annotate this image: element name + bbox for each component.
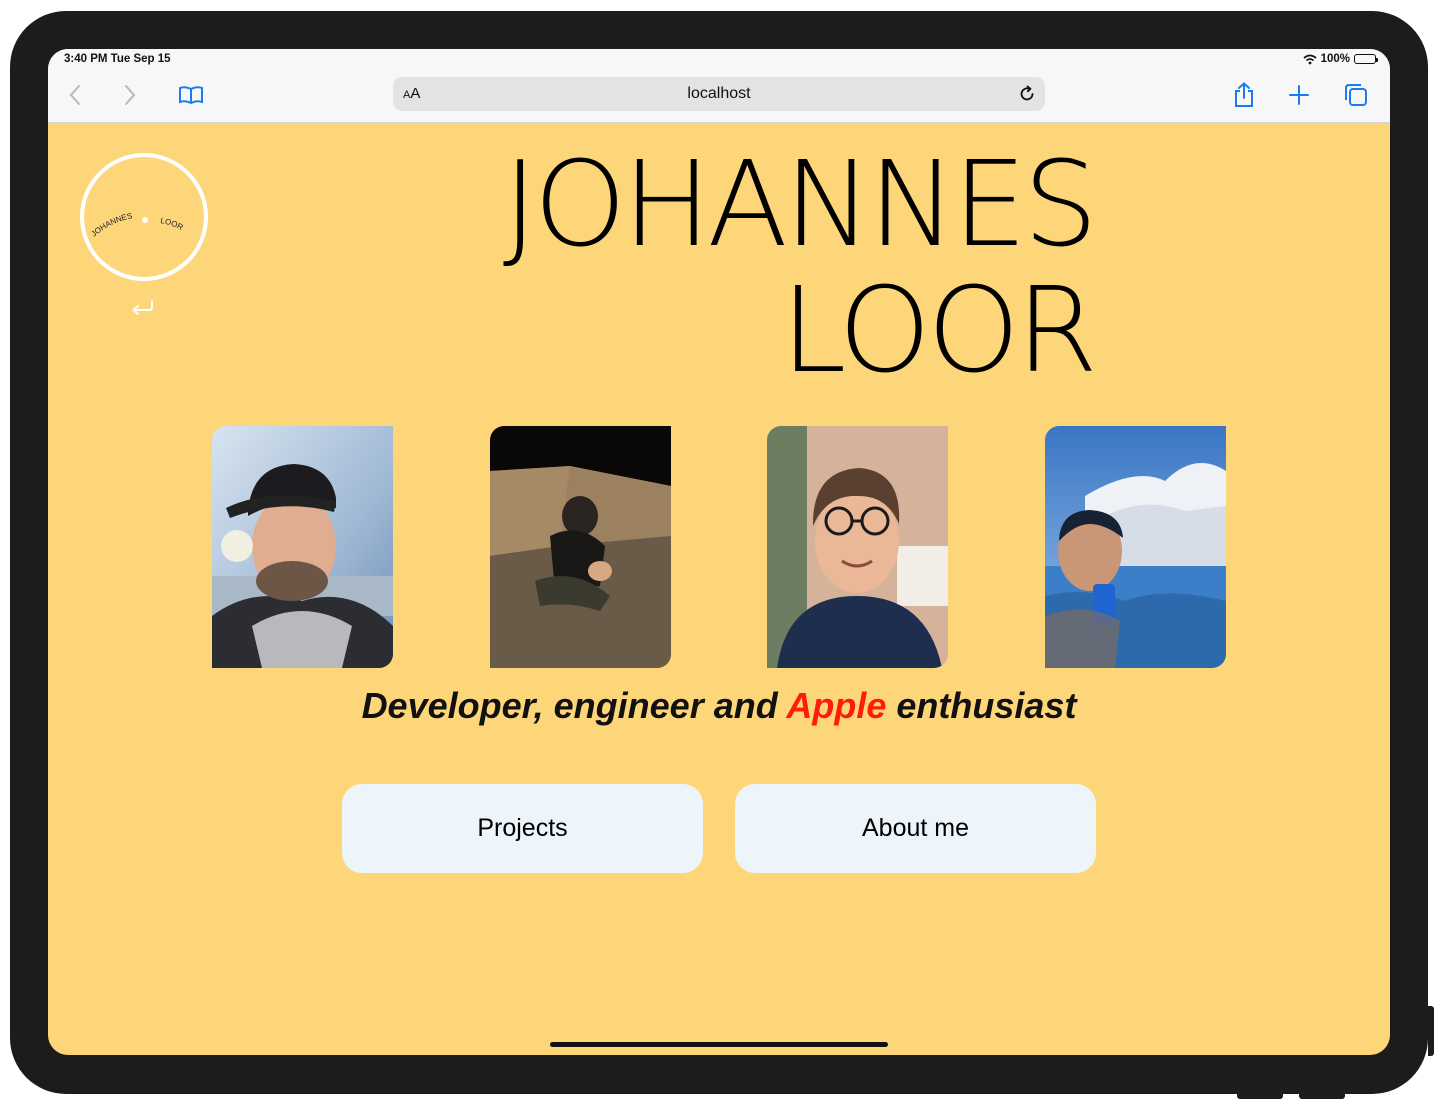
volume-button-1 [1237, 1094, 1283, 1099]
svg-text:JOHANNES: JOHANNES [89, 211, 133, 238]
browser-toolbar: 3:40 PM Tue Sep 15 100% AA localhost [48, 49, 1390, 123]
reload-icon[interactable] [1017, 84, 1037, 104]
hero-title: JOHANNES LOOR [502, 135, 1098, 399]
tagline-accent: Apple [786, 685, 887, 726]
projects-button[interactable]: Projects [342, 784, 703, 873]
logo-dot [142, 217, 148, 223]
volume-button-2 [1299, 1094, 1345, 1099]
forward-arrow-icon[interactable] [117, 82, 143, 108]
hero-last-name: LOOR [780, 261, 1098, 399]
tagline-text-before: Developer, engineer and [361, 685, 787, 726]
about-me-button[interactable]: About me [735, 784, 1096, 873]
tagline: Developer, engineer and Apple enthusiast [48, 685, 1390, 727]
side-button [1428, 1006, 1434, 1056]
screen: 3:40 PM Tue Sep 15 100% AA localhost JOH… [48, 49, 1390, 1055]
photo-pool-mountains [1045, 426, 1226, 668]
logo-last-name: LOOR [160, 216, 185, 232]
photo-cap-portrait [212, 426, 393, 668]
battery-icon [1354, 54, 1378, 64]
tabs-icon[interactable] [1343, 82, 1369, 108]
new-tab-icon[interactable] [1286, 82, 1312, 108]
hero-first-name: JOHANNES [502, 135, 1098, 273]
back-arrow-icon[interactable] [62, 82, 88, 108]
address-bar[interactable]: AA localhost [393, 77, 1045, 111]
share-icon[interactable] [1231, 82, 1257, 108]
photo-night-crouch [490, 426, 671, 668]
wifi-icon [1303, 54, 1317, 64]
site-logo[interactable]: JOHANNES LOOR [80, 153, 208, 281]
return-arrow-icon[interactable] [128, 297, 158, 317]
svg-text:LOOR: LOOR [160, 216, 185, 232]
battery-percent: 100% [1320, 53, 1350, 65]
home-indicator[interactable] [550, 1042, 888, 1047]
status-indicators: 100% [1303, 53, 1378, 65]
bookmarks-icon[interactable] [178, 82, 204, 108]
logo-first-name: JOHANNES [89, 211, 133, 238]
status-time: 3:40 PM Tue Sep 15 [64, 53, 171, 65]
url-text: localhost [687, 85, 751, 102]
photo-glasses-smile [767, 426, 948, 668]
tagline-text-after: enthusiast [886, 685, 1077, 726]
